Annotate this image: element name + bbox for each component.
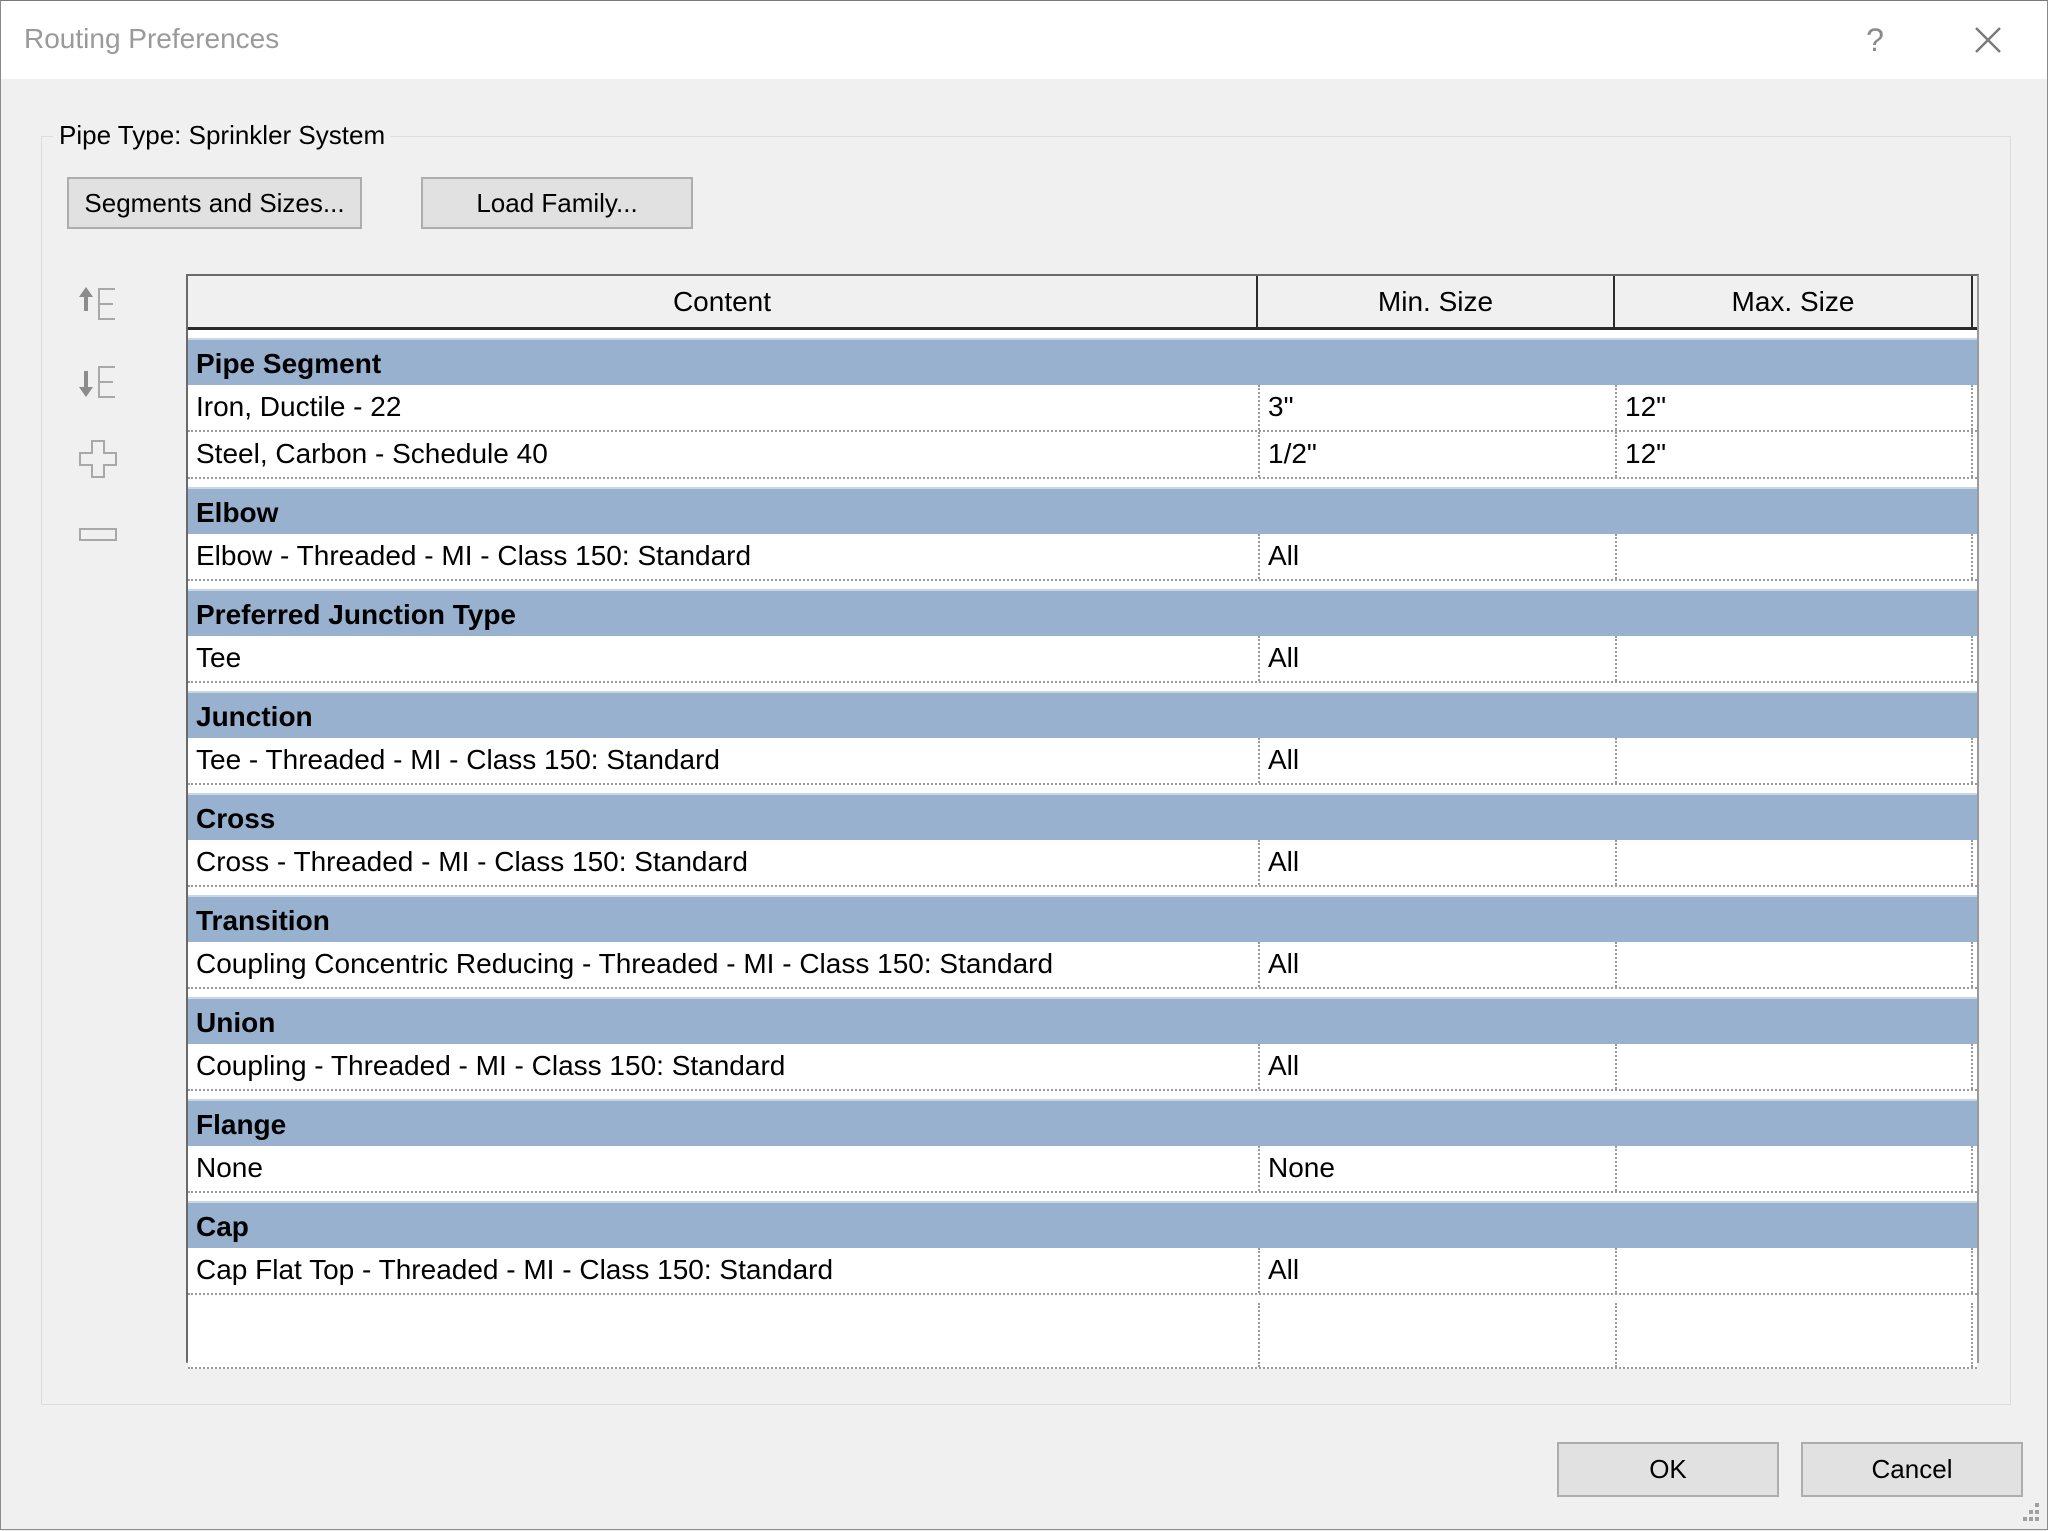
min-size-cell[interactable]: 3" [1258,385,1615,430]
max-size-cell[interactable] [1615,534,1973,579]
segments-and-sizes-button[interactable]: Segments and Sizes... [67,177,362,229]
table-row[interactable]: Iron, Ductile - 22 3" 12" [188,385,1977,432]
close-icon [1975,27,2001,53]
empty-cell[interactable] [1615,1303,1973,1367]
category-group: Flange None None [188,1099,1977,1193]
category-group: Cross Cross - Threaded - MI - Class 150: … [188,793,1977,887]
category-row: Cap [188,1201,1977,1248]
content-cell[interactable]: None [188,1146,1258,1191]
min-size-cell[interactable]: All [1258,738,1615,783]
title-bar: Routing Preferences ? [1,1,2047,79]
min-size-cell[interactable]: None [1258,1146,1615,1191]
category-group: Cap Cap Flat Top - Threaded - MI - Class … [188,1201,1977,1295]
category-row: Elbow [188,487,1977,534]
category-group: Union Coupling - Threaded - MI - Class 15… [188,997,1977,1091]
move-down-button[interactable] [75,359,125,407]
max-size-cell[interactable]: 12" [1615,432,1973,477]
table-row[interactable]: Cap Flat Top - Threaded - MI - Class 150… [188,1248,1977,1295]
close-button[interactable] [1961,15,2015,65]
category-row: Union [188,997,1977,1044]
content-cell[interactable]: Iron, Ductile - 22 [188,385,1258,430]
content-cell[interactable]: Steel, Carbon - Schedule 40 [188,432,1258,477]
move-down-icon [79,366,115,398]
max-size-cell[interactable] [1615,1146,1973,1191]
add-row-icon [79,440,117,478]
content-cell[interactable]: Tee - Threaded - MI - Class 150: Standar… [188,738,1258,783]
content-cell[interactable]: Coupling Concentric Reducing - Threaded … [188,942,1258,987]
table-row[interactable]: Coupling - Threaded - MI - Class 150: St… [188,1044,1977,1091]
category-group: Transition Coupling Concentric Reducing -… [188,895,1977,989]
category-row: Preferred Junction Type [188,589,1977,636]
category-group: Preferred Junction Type Tee All [188,589,1977,683]
table-row[interactable]: Cross - Threaded - MI - Class 150: Stand… [188,840,1977,887]
content-cell[interactable]: Elbow - Threaded - MI - Class 150: Stand… [188,534,1258,579]
max-size-cell[interactable] [1615,942,1973,987]
category-row: Junction [188,691,1977,738]
min-size-cell[interactable]: All [1258,840,1615,885]
max-size-cell[interactable] [1615,636,1973,681]
category-group: Elbow Elbow - Threaded - MI - Class 150: … [188,487,1977,581]
resize-grip-icon[interactable] [2017,1499,2041,1523]
table-row[interactable]: Tee All [188,636,1977,683]
category-row: Flange [188,1099,1977,1146]
move-up-button[interactable] [75,281,125,329]
max-size-cell[interactable]: 12" [1615,385,1973,430]
category-row: Transition [188,895,1977,942]
category-row: Pipe Segment [188,338,1977,385]
dialog-title: Routing Preferences [24,23,280,54]
table-header: Content Min. Size Max. Size [188,276,1977,330]
content-cell[interactable]: Cap Flat Top - Threaded - MI - Class 150… [188,1248,1258,1293]
pipe-type-label: Pipe Type: Sprinkler System [53,120,392,151]
help-button[interactable]: ? [1855,15,1895,65]
min-size-cell[interactable]: All [1258,636,1615,681]
max-size-cell[interactable] [1615,840,1973,885]
table-row[interactable]: Coupling Concentric Reducing - Threaded … [188,942,1977,989]
content-cell[interactable]: Cross - Threaded - MI - Class 150: Stand… [188,840,1258,885]
category-row: Cross [188,793,1977,840]
remove-row-icon [79,528,117,541]
max-size-cell[interactable] [1615,738,1973,783]
content-cell[interactable]: Coupling - Threaded - MI - Class 150: St… [188,1044,1258,1089]
max-size-cell[interactable] [1615,1248,1973,1293]
empty-table-row[interactable] [188,1303,1977,1369]
min-size-cell[interactable]: 1/2" [1258,432,1615,477]
category-group: Pipe Segment Iron, Ductile - 22 3" 12" Steel… [188,338,1977,479]
table-row[interactable]: Steel, Carbon - Schedule 40 1/2" 12" [188,432,1977,479]
content-cell[interactable]: Tee [188,636,1258,681]
empty-cell[interactable] [188,1303,1258,1367]
column-header-min-size[interactable]: Min. Size [1258,276,1615,327]
min-size-cell[interactable]: All [1258,1044,1615,1089]
min-size-cell[interactable]: All [1258,534,1615,579]
column-header-max-size[interactable]: Max. Size [1615,276,1973,327]
table-row[interactable]: Tee - Threaded - MI - Class 150: Standar… [188,738,1977,785]
load-family-button[interactable]: Load Family... [421,177,693,229]
move-up-icon [79,287,115,320]
min-size-cell[interactable]: All [1258,942,1615,987]
table-row[interactable]: None None [188,1146,1977,1193]
ok-button[interactable]: OK [1557,1442,1779,1497]
max-size-cell[interactable] [1615,1044,1973,1089]
cancel-button[interactable]: Cancel [1801,1442,2023,1497]
table-row[interactable]: Elbow - Threaded - MI - Class 150: Stand… [188,534,1977,581]
routing-preferences-dialog: Routing Preferences ? Pipe Type: Sprinkl… [0,0,2048,1530]
category-group: Junction Tee - Threaded - MI - Class 150:… [188,691,1977,785]
table-body: Pipe Segment Iron, Ductile - 22 3" 12" Steel… [188,338,1977,1369]
remove-row-button[interactable] [75,511,125,559]
add-row-button[interactable] [75,435,125,483]
column-header-content[interactable]: Content [188,276,1258,327]
routing-table: Content Min. Size Max. Size Pipe Segment… [186,274,1979,1369]
min-size-cell[interactable]: All [1258,1248,1615,1293]
empty-cell[interactable] [1258,1303,1615,1367]
